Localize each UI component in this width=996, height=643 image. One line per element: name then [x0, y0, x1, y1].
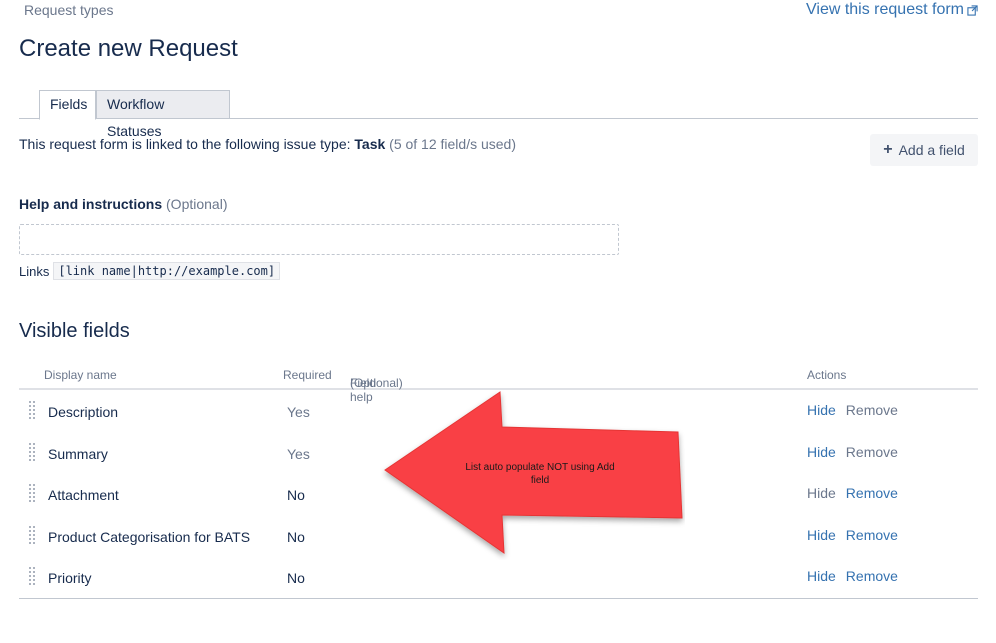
help-label-text: Help and instructions: [19, 196, 163, 212]
table-header: Display name Required Field help (Option…: [19, 360, 978, 404]
table-bottom-border: [19, 597, 978, 599]
hide-button[interactable]: Hide: [807, 568, 836, 584]
header-required: Required: [283, 368, 332, 382]
external-link-icon: [967, 4, 978, 16]
drag-handle-icon[interactable]: [28, 566, 36, 586]
help-optional-text: (Optional): [166, 196, 228, 212]
remove-button[interactable]: Remove: [846, 527, 898, 543]
annotation-text-line1: List auto populate NOT using Add: [465, 462, 614, 473]
tab-workflow-statuses[interactable]: Workflow Statuses: [96, 90, 230, 139]
tab-fields[interactable]: Fields: [39, 90, 96, 120]
hide-button[interactable]: Hide: [807, 485, 836, 501]
header-field-help-optional: (Optional): [350, 376, 403, 390]
help-instructions-input[interactable]: [19, 224, 619, 255]
issue-type-name: Task: [354, 136, 386, 152]
links-hint: Links [link name|http://example.com]: [19, 262, 281, 280]
row-actions: Hide Remove: [807, 402, 898, 418]
plus-icon: +: [883, 141, 893, 158]
view-request-form-label[interactable]: View this request form: [806, 1, 964, 19]
visible-fields-title: Visible fields: [19, 320, 130, 342]
field-name: Priority: [48, 570, 92, 586]
help-instructions-label: Help and instructions (Optional): [19, 196, 227, 212]
field-required[interactable]: No: [287, 487, 305, 503]
add-field-label: Add a field: [898, 142, 965, 158]
linked-prefix: This request form is linked to the follo…: [19, 136, 355, 152]
field-usage-count: (5 of 12 field/s used): [389, 136, 517, 152]
field-name: Summary: [48, 445, 108, 462]
row-actions: Hide Remove: [807, 568, 898, 584]
row-actions: Hide Remove: [807, 444, 898, 460]
header-actions: Actions: [807, 368, 847, 382]
tab-bar: Fields Workflow Statuses: [19, 90, 978, 139]
remove-button[interactable]: Remove: [846, 568, 898, 584]
annotation-arrow: List auto populate NOT using Add field: [384, 391, 683, 554]
header-display-name: Display name: [44, 368, 117, 382]
hide-button[interactable]: Hide: [807, 402, 836, 418]
field-required[interactable]: Yes: [287, 404, 310, 420]
row-actions: Hide Remove: [807, 485, 898, 501]
add-field-button[interactable]: + Add a field: [870, 134, 978, 166]
drag-handle-icon[interactable]: [28, 400, 36, 420]
links-label: Links: [19, 263, 50, 279]
remove-button[interactable]: Remove: [846, 402, 898, 418]
breadcrumb[interactable]: Request types: [24, 2, 114, 18]
links-example-code: [link name|http://example.com]: [53, 262, 281, 280]
drag-handle-icon[interactable]: [28, 441, 36, 462]
field-required[interactable]: No: [287, 570, 305, 586]
view-request-form-link[interactable]: View this request form: [806, 1, 978, 19]
table-row: Priority No Hide Remove: [19, 556, 978, 598]
field-required[interactable]: Yes: [287, 446, 310, 462]
drag-handle-icon[interactable]: [28, 524, 36, 545]
hide-button[interactable]: Hide: [807, 444, 836, 460]
field-name: Attachment: [48, 487, 119, 503]
page-title: Create new Request: [19, 35, 238, 62]
row-actions: Hide Remove: [807, 527, 898, 543]
field-name: Description: [48, 404, 119, 420]
linked-issue-type-text: This request form is linked to the follo…: [19, 136, 516, 152]
hide-button[interactable]: Hide: [807, 527, 836, 543]
drag-handle-icon[interactable]: [28, 483, 36, 503]
field-name: Product Categorisation for BATS: [48, 528, 251, 545]
remove-button[interactable]: Remove: [846, 444, 898, 460]
annotation-text-line2: field: [531, 475, 549, 486]
remove-button[interactable]: Remove: [846, 485, 898, 501]
field-required[interactable]: No: [287, 529, 305, 545]
